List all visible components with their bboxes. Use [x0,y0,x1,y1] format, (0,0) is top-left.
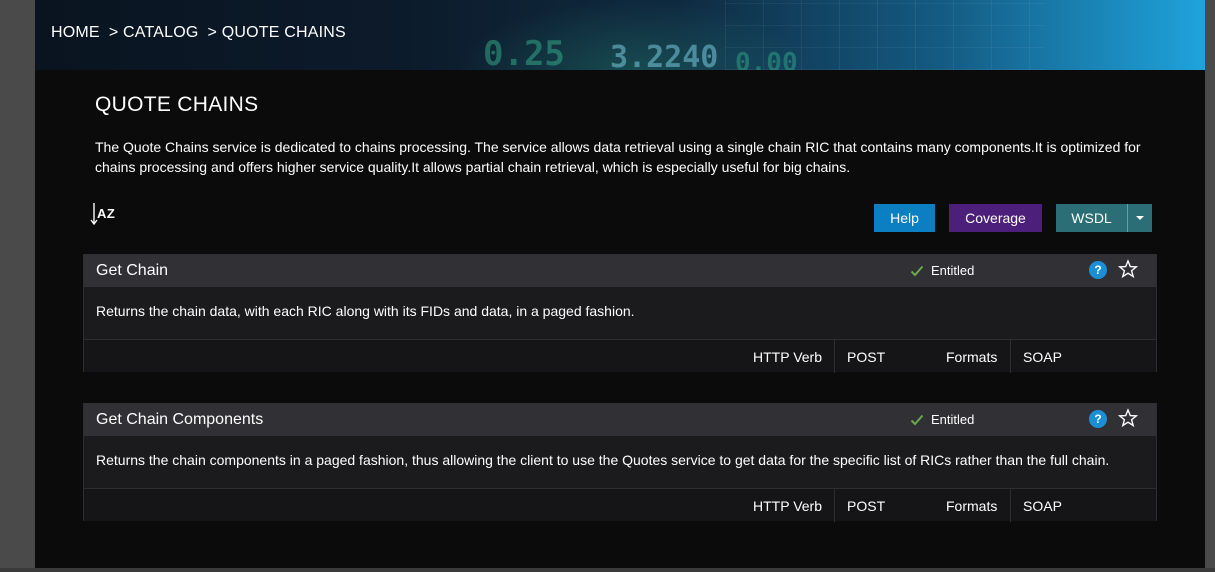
entitlement-status: Entitled [910,263,974,278]
page-title: QUOTE CHAINS [95,93,259,116]
question-icon[interactable]: ? [1089,261,1107,279]
footer-divider [1010,489,1011,522]
header-banner: 0.25 3.2240 0.00 HOME > CATALOG > QUOTE … [35,0,1205,70]
service-description: The Quote Chains service is dedicated to… [95,139,1141,175]
question-icon[interactable]: ? [1089,410,1107,428]
entitled-label: Entitled [931,263,975,278]
card-header: Get Chain Components Entitled ? [84,404,1156,436]
banner-number: 0.25 [483,34,565,70]
breadcrumb-catalog[interactable]: > CATALOG [109,24,199,42]
sort-label: AZ [97,206,116,221]
wsdl-dropdown-button[interactable] [1128,204,1152,232]
card-description: Returns the chain components in a paged … [96,452,1110,468]
check-icon [910,265,924,276]
http-verb-value: POST [847,498,886,514]
formats-value: SOAP [1023,498,1062,514]
sort-az-icon[interactable]: AZ [90,202,120,226]
banner-number: 3.2240 [610,40,719,70]
breadcrumb-home[interactable]: HOME [51,24,100,42]
footer-divider [834,340,835,373]
coverage-button[interactable]: Coverage [949,204,1042,232]
entitlement-status: Entitled [910,412,974,427]
wsdl-button[interactable]: WSDL [1056,204,1127,232]
bottom-edge [0,568,1215,572]
http-verb-value: POST [847,349,886,365]
http-verb-label: HTTP Verb [753,498,822,514]
page-container: 0.25 3.2240 0.00 HOME > CATALOG > QUOTE … [35,0,1205,568]
footer-divider [834,489,835,522]
entitled-label: Entitled [931,412,975,427]
card-footer: HTTP Verb POST Formats SOAP [84,339,1156,373]
card-header: Get Chain Entitled ? [84,255,1156,287]
caret-down-icon [1136,216,1144,220]
formats-value: SOAP [1023,349,1062,365]
check-icon [910,414,924,425]
banner-number: 0.00 [735,48,798,70]
http-verb-label: HTTP Verb [753,349,822,365]
card-description: Returns the chain data, with each RIC al… [96,303,635,319]
breadcrumb-current: > QUOTE CHAINS [207,24,346,41]
star-icon[interactable] [1118,408,1138,428]
star-icon[interactable] [1118,259,1138,279]
card-title[interactable]: Get Chain Components [96,411,263,429]
help-button[interactable]: Help [874,204,935,232]
card-footer: HTTP Verb POST Formats SOAP [84,488,1156,522]
operation-card-get-chain-components: Get Chain Components Entitled ? Returns … [83,403,1157,522]
breadcrumb: HOME > CATALOG > QUOTE CHAINS [51,24,346,42]
formats-label: Formats [946,349,998,365]
card-title[interactable]: Get Chain [96,262,168,280]
operation-card-get-chain: Get Chain Entitled ? Returns the chain d… [83,254,1157,373]
formats-label: Formats [946,498,998,514]
footer-divider [1010,340,1011,373]
